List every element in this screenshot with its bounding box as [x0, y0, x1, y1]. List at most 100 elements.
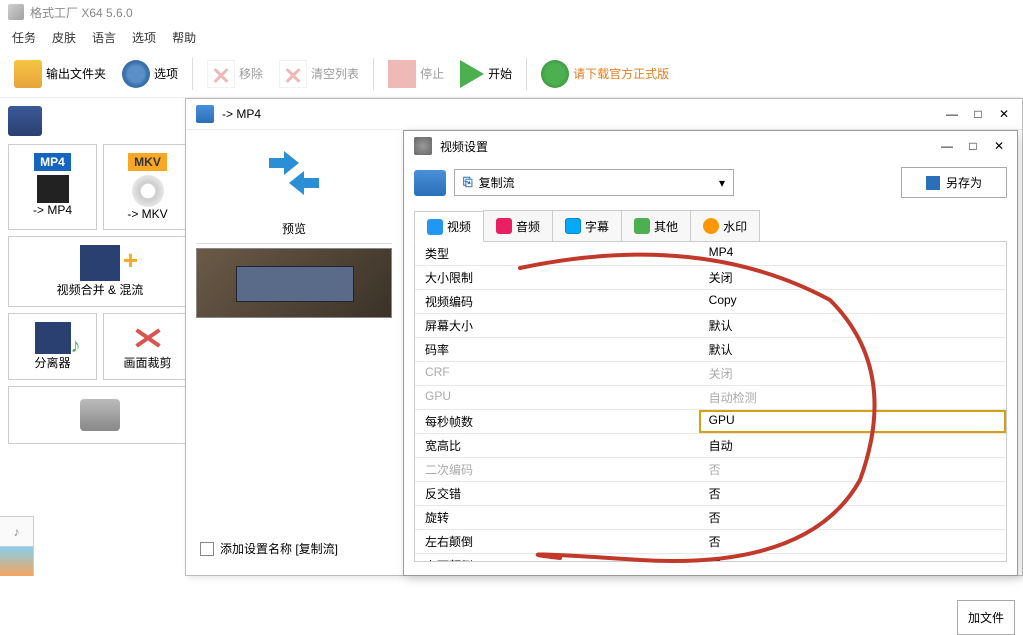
setting-value[interactable]: 否: [699, 506, 1006, 529]
settings-row[interactable]: CRF关闭: [415, 362, 1006, 386]
stream-dropdown-label: 复制流: [479, 174, 515, 191]
setting-value[interactable]: 否: [699, 530, 1006, 553]
menu-tasks[interactable]: 任务: [12, 29, 36, 46]
mp4-badge: MP4: [34, 153, 71, 171]
setting-value[interactable]: 否: [699, 458, 1006, 481]
app-title-bar: 格式工厂 X64 5.6.0: [0, 0, 1023, 24]
options-button[interactable]: 选项: [116, 56, 184, 92]
tab-video[interactable]: 视频: [414, 211, 484, 242]
format-crop[interactable]: 画面裁剪: [103, 313, 192, 380]
gear-icon: [122, 60, 150, 88]
image-tab[interactable]: [0, 546, 34, 576]
preset-icon: [414, 170, 446, 196]
output-folder-button[interactable]: 输出文件夹: [8, 56, 112, 92]
tab-other[interactable]: 其他: [621, 210, 691, 241]
watermark-tab-icon: [703, 218, 719, 234]
minimize-button[interactable]: —: [944, 107, 960, 121]
setting-value[interactable]: 关闭: [699, 362, 1006, 385]
setting-key: 上下颠倒✎: [415, 554, 699, 562]
settings-row[interactable]: 二次编码否: [415, 458, 1006, 482]
settings-minimize-button[interactable]: —: [939, 139, 955, 153]
preview-thumbnail[interactable]: [196, 248, 392, 318]
setting-key: 宽高比: [415, 434, 699, 457]
settings-window-icon: [414, 137, 432, 155]
download-link[interactable]: 请下载官方正式版: [535, 56, 675, 92]
stop-button[interactable]: 停止: [382, 56, 450, 92]
add-setting-name-row: 添加设置名称 [复制流]: [196, 532, 342, 565]
setting-value[interactable]: 默认: [699, 314, 1006, 337]
setting-value[interactable]: 否: [699, 554, 1006, 562]
stream-dropdown[interactable]: ⎘ 复制流 ▾: [454, 169, 734, 196]
menu-skin[interactable]: 皮肤: [52, 29, 76, 46]
mp4-label: -> MP4: [13, 203, 92, 217]
remove-label: 移除: [239, 65, 263, 82]
play-icon: [460, 60, 484, 88]
setting-value[interactable]: 自动检测: [699, 386, 1006, 409]
settings-row[interactable]: 码率默认: [415, 338, 1006, 362]
download-label: 请下载官方正式版: [573, 65, 669, 82]
menu-language[interactable]: 语言: [92, 29, 116, 46]
clear-list-button[interactable]: 清空列表: [273, 56, 365, 92]
format-merge[interactable]: 视频合并 & 混流: [8, 236, 192, 307]
film-icon: [37, 175, 69, 203]
setting-value[interactable]: 默认: [699, 338, 1006, 361]
settings-row[interactable]: 左右颠倒否: [415, 530, 1006, 554]
settings-tabs: 视频 音频 字幕 其他 水印: [414, 210, 1007, 242]
add-file-button[interactable]: 加文件: [957, 600, 1015, 635]
setting-value[interactable]: 自动: [699, 434, 1006, 457]
bottom-category-tabs: [0, 516, 34, 576]
settings-maximize-button[interactable]: □: [965, 139, 981, 153]
disc-icon: [132, 175, 164, 207]
format-mp4[interactable]: MP4 -> MP4: [8, 144, 97, 230]
add-name-checkbox[interactable]: [200, 542, 214, 556]
close-button[interactable]: ✕: [996, 107, 1012, 121]
setting-value[interactable]: 否: [699, 482, 1006, 505]
setting-key: 二次编码: [415, 458, 699, 481]
settings-row[interactable]: 屏幕大小默认: [415, 314, 1006, 338]
settings-close-button[interactable]: ✕: [991, 139, 1007, 153]
save-as-button[interactable]: 另存为: [901, 167, 1007, 198]
main-toolbar: 输出文件夹 选项 移除 清空列表 停止 开始 请下载官方正式版: [0, 50, 1023, 98]
tab-watermark[interactable]: 水印: [690, 210, 760, 241]
video-category-icon[interactable]: [8, 106, 42, 136]
tab-audio[interactable]: 音频: [483, 210, 553, 241]
setting-value[interactable]: MP4: [699, 242, 1006, 265]
setting-value[interactable]: Copy: [699, 290, 1006, 313]
audio-tab[interactable]: [0, 516, 34, 546]
app-icon: [8, 4, 24, 20]
settings-row[interactable]: GPU自动检测: [415, 386, 1006, 410]
settings-row[interactable]: 每秒帧数GPU: [415, 410, 1006, 434]
menu-help[interactable]: 帮助: [172, 29, 196, 46]
setting-key: 每秒帧数: [415, 410, 699, 433]
setting-key: 大小限制: [415, 266, 699, 289]
maximize-button[interactable]: □: [970, 107, 986, 121]
settings-title: 视频设置: [440, 138, 488, 155]
mkv-label: -> MKV: [108, 207, 187, 221]
format-screen-record[interactable]: [8, 386, 192, 444]
setting-key: 视频编码: [415, 290, 699, 313]
settings-row[interactable]: 视频编码Copy: [415, 290, 1006, 314]
tab-subtitle[interactable]: 字幕: [552, 210, 622, 241]
stop-label: 停止: [420, 65, 444, 82]
setting-value[interactable]: GPU: [699, 410, 1006, 433]
settings-row[interactable]: 宽高比自动: [415, 434, 1006, 458]
video-settings-modal: 视频设置 — □ ✕ ⎘ 复制流 ▾ 另存为 视频 音频 字幕 其他 水印 类型…: [403, 130, 1018, 576]
format-separator[interactable]: 分离器: [8, 313, 97, 380]
merge-label: 视频合并 & 混流: [13, 281, 187, 298]
format-mkv[interactable]: MKV -> MKV: [103, 144, 192, 230]
settings-row[interactable]: 旋转否: [415, 506, 1006, 530]
settings-row[interactable]: 反交错否: [415, 482, 1006, 506]
format-grid: MP4 -> MP4 MKV -> MKV 视频合并 & 混流 分离器 画面裁剪: [8, 144, 192, 444]
settings-titlebar: 视频设置 — □ ✕: [404, 131, 1017, 161]
start-button[interactable]: 开始: [454, 56, 518, 92]
settings-row[interactable]: 上下颠倒✎否: [415, 554, 1006, 562]
output-folder-label: 输出文件夹: [46, 65, 106, 82]
settings-row[interactable]: 大小限制关闭: [415, 266, 1006, 290]
settings-table: 类型MP4大小限制关闭视频编码Copy屏幕大小默认码率默认CRF关闭GPU自动检…: [414, 242, 1007, 562]
menu-options[interactable]: 选项: [132, 29, 156, 46]
settings-row[interactable]: 类型MP4: [415, 242, 1006, 266]
remove-button[interactable]: 移除: [201, 56, 269, 92]
globe-icon: [541, 60, 569, 88]
setting-value[interactable]: 关闭: [699, 266, 1006, 289]
setting-key: 反交错: [415, 482, 699, 505]
